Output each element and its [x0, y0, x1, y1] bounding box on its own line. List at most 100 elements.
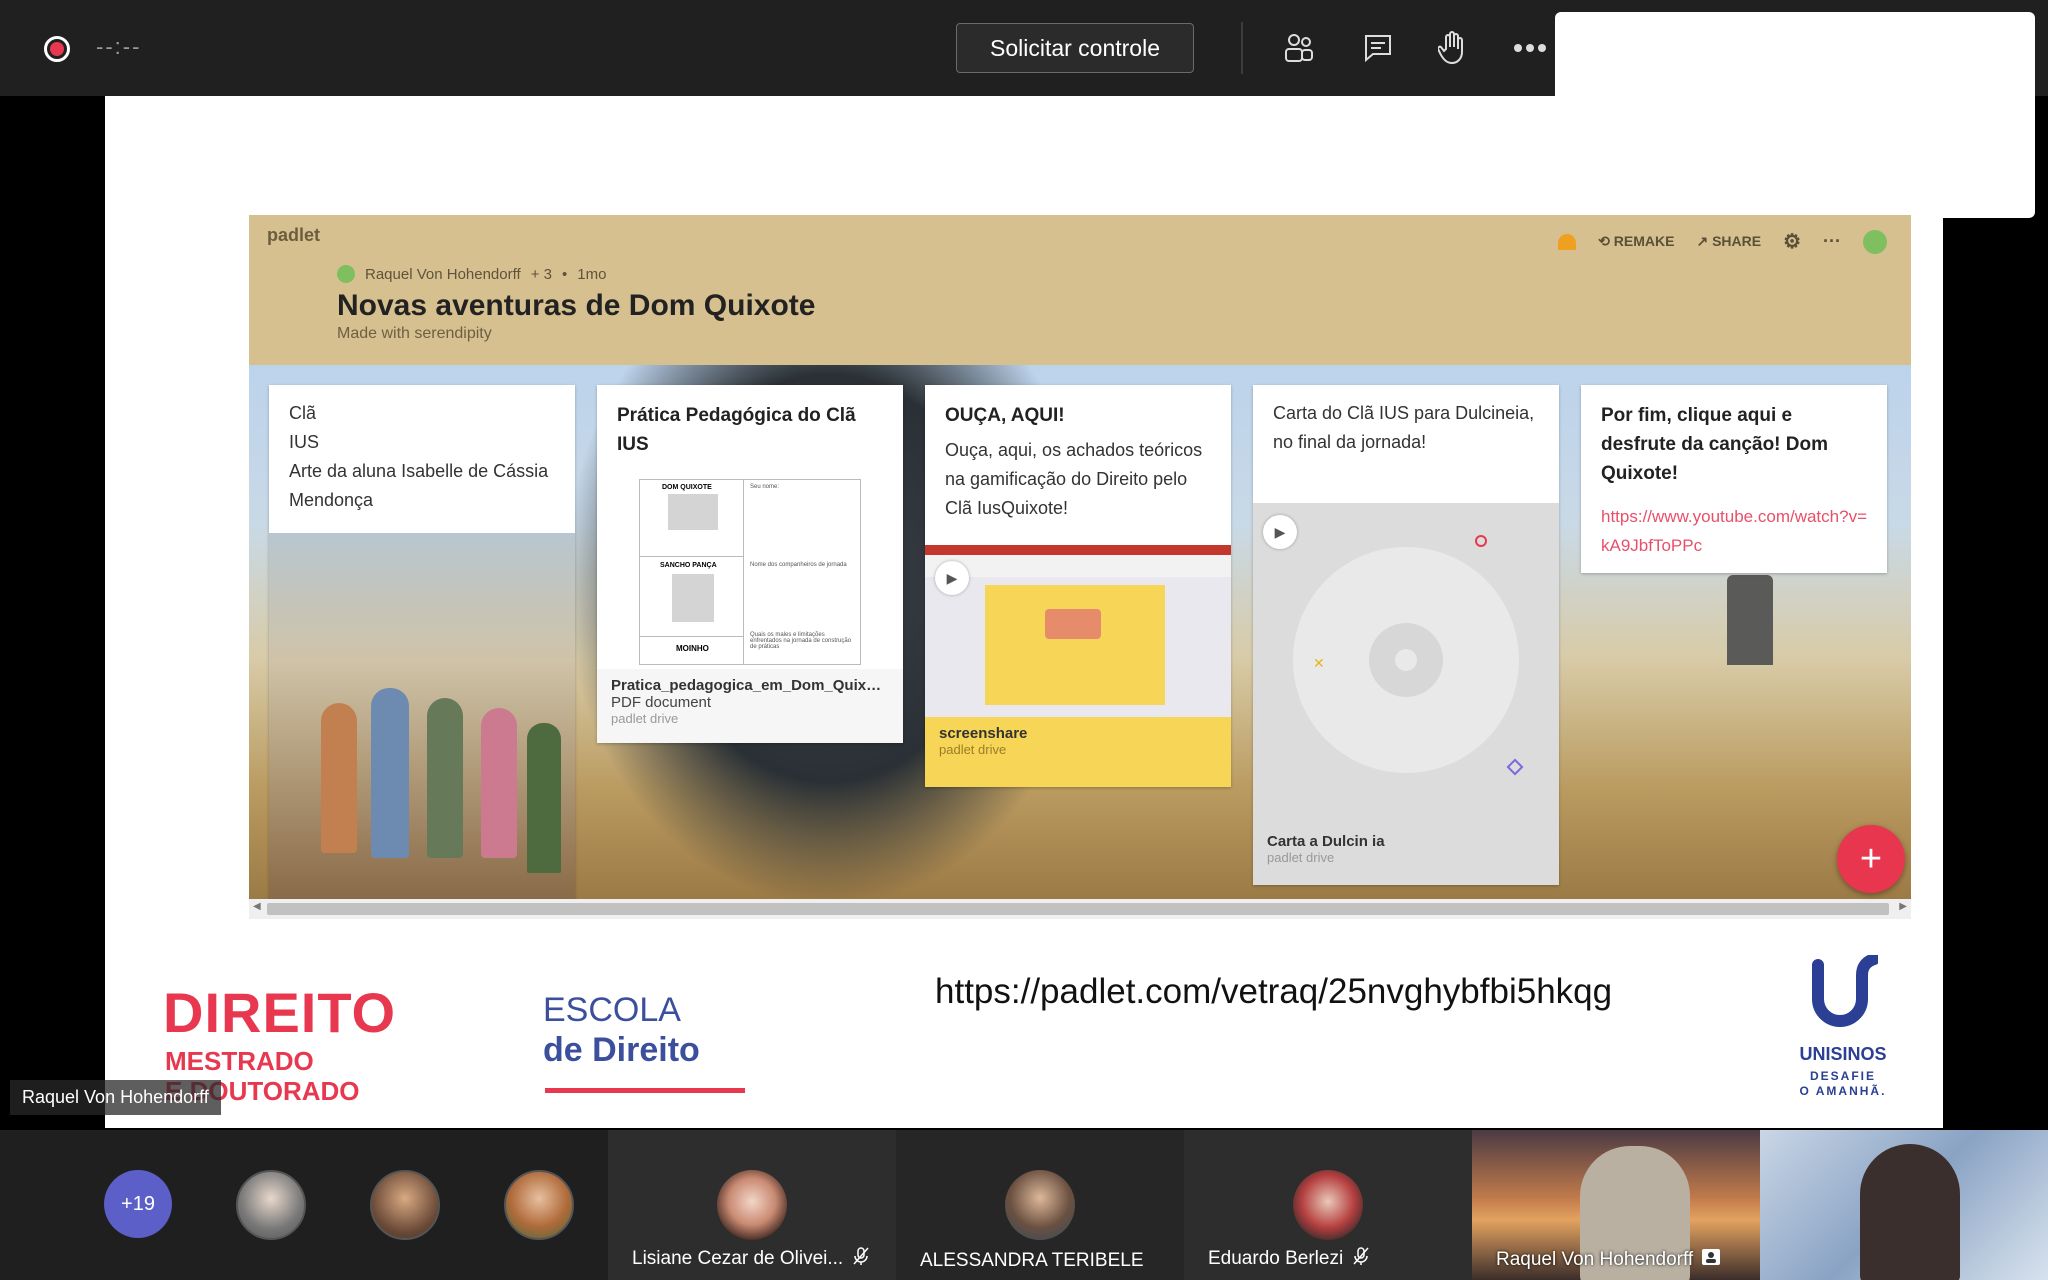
preview-text: Nome dos companheiros de jornada — [750, 562, 847, 568]
participant-tile[interactable]: Eduardo Berlezi — [1184, 1130, 1472, 1280]
circle-decoration-icon — [1475, 535, 1487, 547]
attachment-info[interactable]: Carta a Dulcin ia padlet drive — [1267, 833, 1385, 865]
disc-icon — [1293, 547, 1519, 773]
attachment-source: padlet drive — [611, 711, 679, 726]
more-participants-button[interactable]: +19 — [104, 1170, 172, 1238]
x-decoration-icon: ✕ — [1313, 655, 1325, 671]
artwork-image[interactable] — [269, 533, 575, 899]
participant-avatar[interactable] — [236, 1170, 306, 1240]
remake-button[interactable]: ⟲ REMAKE — [1598, 233, 1674, 250]
participant-tile[interactable]: ALESSANDRA TERIBELE — [896, 1130, 1184, 1280]
scrollbar-thumb[interactable] — [267, 903, 1889, 915]
settings-icon[interactable]: ⚙ — [1783, 229, 1801, 254]
attachment-name: screenshare — [939, 725, 1028, 742]
post-card-art[interactable]: Clã IUS Arte da aluna Isabelle de Cássia… — [269, 385, 575, 899]
participant-name: Lisiane Cezar de Olivei... — [632, 1248, 844, 1269]
raise-hand-icon[interactable] — [1435, 30, 1471, 66]
chat-icon[interactable] — [1360, 30, 1396, 66]
card-text: Carta do Clã IUS para Dulcineia, no fina… — [1273, 403, 1535, 452]
padlet-actions: ⟲ REMAKE ↗ SHARE ⚙ ··· — [1558, 229, 1887, 254]
padlet-meta: Raquel Von Hohendorff + 3 • 1mo — [337, 265, 606, 283]
more-icon[interactable]: ··· — [1823, 231, 1841, 252]
heart-icon[interactable] — [1558, 233, 1577, 250]
card-text: Clã IUS Arte da aluna Isabelle de Cássia… — [289, 403, 549, 510]
share-label: SHARE — [1712, 233, 1762, 249]
youtube-link[interactable]: https://www.youtube.com/watch?v=kA9JbfTo… — [1581, 488, 1887, 560]
participant-avatar — [1293, 1170, 1363, 1240]
card-title: Prática Pedagógica do Clã IUS — [617, 405, 856, 455]
preview-text: Seu nome: — [750, 484, 780, 490]
padlet-logo[interactable]: padlet — [267, 225, 320, 246]
participant-name-row: Eduardo Berlezi — [1208, 1246, 1371, 1272]
padlet-wall-background: Clã IUS Arte da aluna Isabelle de Cássia… — [249, 365, 1911, 899]
mic-muted-icon — [851, 1246, 871, 1272]
play-icon[interactable]: ▶ — [935, 561, 969, 595]
meeting-timer: --:-- — [96, 34, 142, 59]
escola-underline — [545, 1088, 745, 1093]
attachment-source: padlet drive — [1267, 850, 1335, 865]
padlet-header: padlet Raquel Von Hohendorff + 3 • 1mo N… — [249, 215, 1911, 365]
participant-avatar[interactable] — [370, 1170, 440, 1240]
author-avatar — [337, 265, 355, 283]
play-icon[interactable]: ▶ — [1263, 515, 1297, 549]
participant-video[interactable]: Raquel Von Hohendorff — [1472, 1130, 1760, 1280]
card-text: Ouça, aqui, os achados teóricos na gamif… — [945, 440, 1203, 518]
audio-placeholder[interactable]: ▶ ✕ Carta a Dulcin ia padlet drive — [1253, 503, 1559, 885]
direito-logo: DIREITO — [163, 981, 397, 1044]
unisinos-tagline: DESAFIE O AMANHÃ. — [1799, 1069, 1887, 1098]
post-card-carta[interactable]: Carta do Clã IUS para Dulcineia, no fina… — [1253, 385, 1559, 885]
scroll-right-icon[interactable]: ▶ — [1899, 901, 1907, 912]
diamond-decoration-icon — [1506, 758, 1524, 776]
mic-muted-icon — [1351, 1246, 1371, 1272]
attachment-source: padlet drive — [939, 742, 1007, 757]
more-options-icon[interactable] — [1512, 30, 1548, 66]
preview-label: SANCHO PANÇA — [660, 562, 717, 569]
slide-preview — [985, 585, 1165, 705]
presenter-icon — [1701, 1248, 1721, 1272]
user-avatar[interactable] — [1863, 229, 1887, 254]
author-name[interactable]: Raquel Von Hohendorff — [365, 266, 521, 283]
participant-name-row: Lisiane Cezar de Olivei... — [632, 1246, 871, 1272]
participant-avatar — [1005, 1170, 1075, 1240]
video-thumbnail[interactable]: ▶ — [925, 545, 1231, 717]
participants-icon[interactable] — [1281, 30, 1317, 66]
dot-separator: • — [561, 265, 568, 283]
attachment-info[interactable]: screenshare padlet drive — [925, 717, 1231, 787]
add-post-button[interactable]: + — [1837, 825, 1905, 893]
post-card-cancao[interactable]: Por fim, clique aqui e desfrute da cançã… — [1581, 385, 1887, 573]
share-button[interactable]: ↗ SHARE — [1696, 233, 1761, 250]
unisinos-u-icon — [1788, 953, 1898, 1044]
ppt-ribbon — [925, 545, 1231, 555]
escola-line1: ESCOLA — [543, 991, 681, 1029]
windmill-image — [1727, 575, 1773, 665]
participant-name: Eduardo Berlezi — [1208, 1248, 1344, 1269]
preview-label: DOM QUIXOTE — [662, 484, 712, 491]
toolbar-divider — [1241, 22, 1243, 74]
attachment-name: Carta a Dulcin ia — [1267, 833, 1385, 850]
pdf-preview[interactable]: DOM QUIXOTE SANCHO PANÇA MOINHO Seu nome… — [639, 479, 861, 665]
post-age: 1mo — [577, 265, 607, 283]
post-card-ouca[interactable]: OUÇA, AQUI! Ouça, aqui, os achados teóri… — [925, 385, 1231, 787]
horizontal-scrollbar[interactable]: ◀ ▶ — [249, 899, 1911, 919]
presenter-name-label: Raquel Von Hohendorff — [10, 1080, 221, 1115]
attachment-info[interactable]: Pratica_pedagogica_em_Dom_Quixote ... PD… — [597, 669, 903, 743]
card-title: OUÇA, AQUI! — [945, 405, 1065, 426]
post-card-pratica[interactable]: Prática Pedagógica do Clã IUS DOM QUIXOT… — [597, 385, 903, 743]
scroll-left-icon[interactable]: ◀ — [253, 901, 261, 912]
unisinos-name: UNISINOS — [1799, 1044, 1887, 1064]
padlet-title: Novas aventuras de Dom Quixote — [337, 289, 816, 322]
contributors-count: + 3 — [530, 265, 552, 283]
preview-label: MOINHO — [676, 644, 709, 653]
participant-avatar[interactable] — [504, 1170, 574, 1240]
sancho-sketch — [672, 574, 714, 622]
slide-graphic — [1045, 609, 1101, 639]
participant-name-row: Raquel Von Hohendorff — [1496, 1248, 1721, 1272]
request-control-button[interactable]: Solicitar controle — [956, 23, 1194, 73]
participant-video[interactable] — [1760, 1130, 2048, 1280]
participant-avatar — [717, 1170, 787, 1240]
participant-tile[interactable]: Lisiane Cezar de Olivei... — [608, 1130, 896, 1280]
padlet-board: padlet Raquel Von Hohendorff + 3 • 1mo N… — [249, 215, 1911, 919]
participant-name: Raquel Von Hohendorff — [1496, 1249, 1694, 1270]
escola-de-direito-logo: ESCOLA de Direito — [543, 990, 700, 1070]
remake-label: REMAKE — [1613, 233, 1675, 249]
